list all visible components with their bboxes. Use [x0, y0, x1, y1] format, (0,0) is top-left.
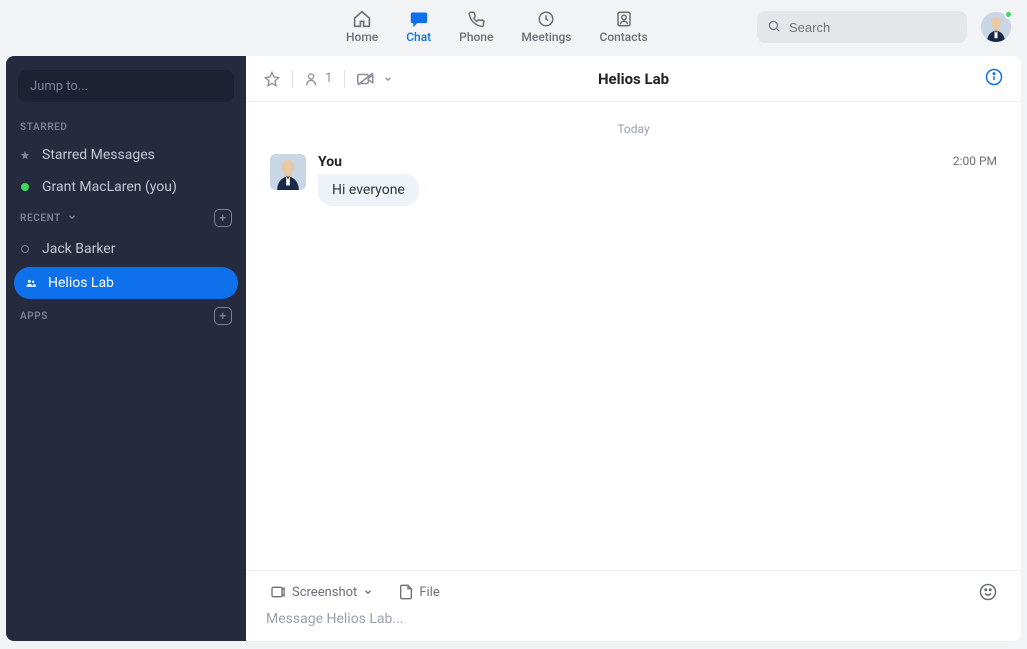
starred-header: STARRED	[6, 116, 246, 139]
phone-icon	[466, 10, 486, 28]
chevron-down-icon[interactable]	[67, 212, 77, 225]
apps-header-label: APPS	[20, 311, 48, 322]
nav-phone[interactable]: Phone	[459, 10, 493, 44]
recent-header: RECENT +	[6, 203, 246, 233]
message-sender: You	[318, 154, 342, 170]
message: You 2:00 PM Hi everyone	[270, 154, 997, 206]
nav-contacts-label: Contacts	[599, 30, 647, 44]
clock-icon	[536, 10, 556, 28]
chevron-down-icon	[363, 587, 373, 597]
message-time: 2:00 PM	[953, 154, 997, 170]
group-icon	[26, 278, 36, 288]
divider	[292, 70, 293, 88]
chat-header: 1 Helios Lab	[246, 56, 1021, 102]
file-button[interactable]: File	[395, 582, 443, 602]
presence-online-icon	[20, 182, 30, 192]
contacts-icon	[614, 10, 634, 28]
participants-count: 1	[325, 71, 332, 86]
sidebar-recent-helios-lab[interactable]: Helios Lab	[14, 267, 238, 299]
nav-contacts[interactable]: Contacts	[599, 10, 647, 44]
file-label: File	[419, 585, 439, 600]
nav-home[interactable]: Home	[346, 10, 378, 44]
presence-indicator	[1004, 10, 1013, 19]
recent-add-button[interactable]: +	[214, 209, 232, 227]
search-input[interactable]	[789, 20, 957, 35]
star-icon	[20, 150, 30, 160]
sidebar-item-label: Jack Barker	[42, 241, 115, 257]
screenshot-label: Screenshot	[292, 585, 357, 600]
presence-offline-icon	[20, 244, 30, 254]
start-video-button[interactable]	[357, 72, 375, 86]
sidebar-recent-jack-barker[interactable]: Jack Barker	[6, 233, 246, 265]
topbar: Home Chat Phone Meetings	[0, 0, 1027, 54]
apps-add-button[interactable]: +	[214, 307, 232, 325]
nav-chat[interactable]: Chat	[406, 10, 431, 44]
nav-chat-label: Chat	[406, 30, 431, 44]
emoji-button[interactable]	[975, 581, 1001, 603]
message-input[interactable]: Message Helios Lab...	[266, 611, 1001, 627]
nav-phone-label: Phone	[459, 30, 493, 44]
date-separator: Today	[270, 122, 997, 136]
chat-body[interactable]: Today You 2:00 PM Hi everyone	[246, 102, 1021, 570]
sidebar: Jump to... STARRED Starred Messages Gran…	[6, 56, 246, 641]
composer: Screenshot File Message Helios Lab...	[246, 570, 1021, 641]
home-icon	[352, 10, 372, 28]
message-text: Hi everyone	[318, 174, 419, 206]
nav-meetings-label: Meetings	[521, 30, 571, 44]
profile-menu[interactable]	[981, 12, 1011, 42]
nav-meetings[interactable]: Meetings	[521, 10, 571, 44]
search-icon	[767, 18, 781, 37]
apps-header: APPS +	[6, 301, 246, 331]
starred-header-label: STARRED	[20, 122, 68, 133]
recent-header-label: RECENT	[20, 213, 61, 224]
nav-home-label: Home	[346, 30, 378, 44]
sidebar-item-label: Helios Lab	[48, 275, 114, 291]
sidebar-item-label: Starred Messages	[42, 147, 155, 163]
participants-button[interactable]: 1	[305, 71, 332, 86]
search-box[interactable]	[757, 11, 967, 43]
chat-panel: 1 Helios Lab Today	[246, 56, 1021, 641]
jump-to-input[interactable]: Jump to...	[18, 70, 234, 102]
info-button[interactable]	[985, 68, 1003, 90]
screenshot-button[interactable]: Screenshot	[266, 582, 377, 602]
divider	[344, 70, 345, 88]
sidebar-self-user[interactable]: Grant MacLaren (you)	[6, 171, 246, 203]
star-channel-button[interactable]	[264, 71, 280, 87]
sidebar-starred-messages[interactable]: Starred Messages	[6, 139, 246, 171]
chat-icon	[409, 10, 429, 28]
sidebar-item-label: Grant MacLaren (you)	[42, 179, 177, 195]
video-menu-button[interactable]	[383, 74, 393, 84]
topnav: Home Chat Phone Meetings	[346, 10, 648, 44]
message-avatar[interactable]	[270, 154, 306, 190]
